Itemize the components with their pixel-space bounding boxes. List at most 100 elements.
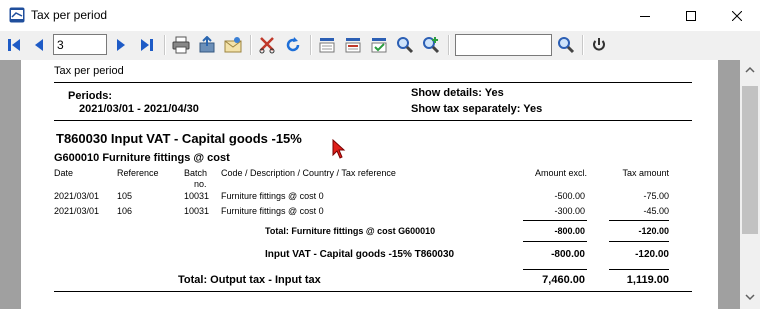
vertical-scrollbar[interactable] (740, 60, 760, 309)
periods-value: 2021/03/01 - 2021/04/30 (79, 103, 199, 115)
window-title: Tax per period (31, 8, 108, 22)
select-pages-button[interactable] (368, 34, 390, 56)
print-button[interactable] (170, 34, 192, 56)
scrollbar-thumb[interactable] (742, 86, 758, 234)
last-page-button[interactable] (136, 34, 158, 56)
previous-page-icon (35, 39, 43, 51)
row-description: Furniture fittings @ cost 0 (221, 191, 324, 201)
divider (54, 291, 692, 292)
close-report-button[interactable] (588, 34, 610, 56)
refresh-button[interactable] (282, 34, 304, 56)
zoom-button[interactable] (394, 34, 416, 56)
page-layout-button[interactable] (316, 34, 338, 56)
account-title: G600010 Furniture fittings @ cost (54, 152, 230, 164)
column-header-batch-no: no. (194, 179, 207, 189)
show-tax-separately: Show tax separately: Yes (411, 103, 543, 115)
row-date: 2021/03/01 (54, 191, 100, 201)
grand-total-label: Total: Output tax - Input tax (178, 274, 321, 286)
toolbar-separator (164, 35, 166, 55)
cut-button[interactable] (256, 34, 278, 56)
account-total-amount-excl: -800.00 (554, 226, 585, 236)
checklist-icon (371, 38, 387, 53)
tax-code-total-tax-amount: -120.00 (635, 249, 669, 260)
report-page: Tax per period Periods: 2021/03/01 - 202… (21, 60, 718, 309)
mouse-cursor-icon (332, 139, 346, 159)
show-details: Show details: Yes (411, 87, 504, 99)
page-setup-icon (345, 38, 361, 53)
title-bar: Tax per period (0, 0, 760, 32)
search-input[interactable] (455, 34, 552, 56)
maximize-button[interactable] (668, 0, 714, 31)
page-setup-button[interactable] (342, 34, 364, 56)
last-page-icon (141, 39, 153, 51)
column-header-batch: Batch (184, 168, 208, 178)
first-page-button[interactable] (3, 34, 25, 56)
export-button[interactable] (196, 34, 218, 56)
app-icon (9, 7, 25, 23)
column-header-description: Code / Description / Country / Tax refer… (221, 168, 396, 178)
zoom-in-button[interactable] (420, 34, 442, 56)
divider (54, 82, 692, 83)
total-line (609, 269, 669, 270)
previous-page-button[interactable] (28, 34, 50, 56)
account-total-label: Total: Furniture fittings @ cost G600010 (265, 226, 436, 236)
tax-code-total-amount-excl: -800.00 (551, 249, 585, 260)
first-page-icon (8, 39, 20, 51)
row-batch: 10031 (184, 191, 210, 201)
row-amount-excl: -300.00 (554, 206, 585, 216)
scroll-up-icon[interactable] (745, 66, 755, 74)
next-page-button[interactable] (110, 34, 132, 56)
search-icon (558, 37, 575, 54)
row-reference: 106 (117, 206, 133, 216)
tax-code-title: T860030 Input VAT - Capital goods -15% (56, 131, 302, 146)
tax-code-total-label: Input VAT - Capital goods -15% T860030 (265, 249, 455, 260)
power-icon (593, 38, 605, 51)
export-icon (199, 36, 215, 53)
column-header-reference: Reference (117, 168, 159, 178)
refresh-icon (286, 37, 300, 52)
grand-total-tax-amount: 1,119.00 (626, 274, 669, 286)
column-header-amount-excl: Amount excl. (534, 168, 587, 178)
maximize-icon (686, 10, 696, 21)
page-number-input[interactable] (53, 34, 107, 55)
toolbar-separator (310, 35, 312, 55)
report-viewport: Tax per period Periods: 2021/03/01 - 202… (0, 60, 740, 309)
column-header-tax-amount: Tax amount (622, 168, 669, 178)
row-tax-amount: -45.00 (643, 206, 669, 216)
search-button[interactable] (555, 34, 577, 56)
row-description: Furniture fittings @ cost 0 (221, 206, 324, 216)
close-icon (732, 10, 742, 21)
subtotal-line (609, 241, 669, 242)
envelope-icon (224, 37, 242, 53)
periods-label: Periods: (68, 90, 113, 102)
row-date: 2021/03/01 (54, 206, 100, 216)
account-total-tax-amount: -120.00 (638, 226, 669, 236)
scissors-icon (259, 37, 275, 54)
total-line (523, 269, 587, 270)
report-heading: Tax per period (54, 65, 124, 77)
subtotal-line (609, 220, 669, 221)
row-reference: 105 (117, 191, 133, 201)
minimize-button[interactable] (622, 0, 668, 31)
scroll-down-icon[interactable] (745, 293, 755, 301)
email-button[interactable] (222, 34, 244, 56)
toolbar-separator (250, 35, 252, 55)
zoom-in-icon (423, 37, 440, 54)
grand-total-amount-excl: 7,460.00 (542, 274, 585, 286)
row-tax-amount: -75.00 (643, 191, 669, 201)
subtotal-line (523, 241, 587, 242)
toolbar-separator (582, 35, 584, 55)
page-layout-icon (319, 38, 335, 53)
column-header-date: Date (54, 168, 74, 178)
subtotal-line (523, 220, 587, 221)
minimize-icon (640, 15, 650, 17)
toolbar-separator (448, 35, 450, 55)
row-amount-excl: -500.00 (554, 191, 585, 201)
divider (54, 120, 692, 121)
close-button[interactable] (714, 0, 760, 31)
row-batch: 10031 (184, 206, 210, 216)
next-page-icon (117, 39, 125, 51)
magnifier-icon (397, 37, 414, 54)
toolbar (0, 31, 760, 60)
printer-icon (172, 36, 190, 54)
